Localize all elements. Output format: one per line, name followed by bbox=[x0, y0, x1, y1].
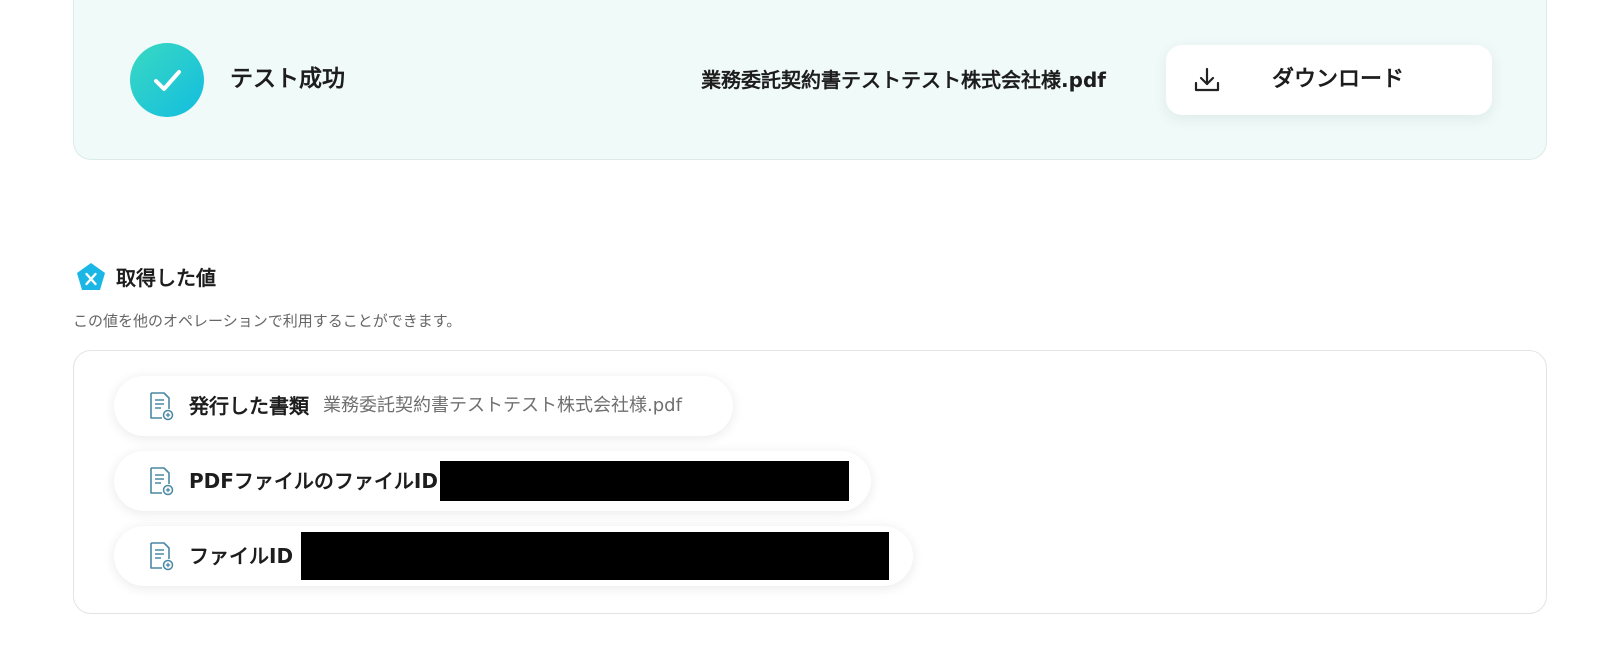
value-chip-issued-document[interactable]: 発行した書類 業務委託契約書テストテスト株式会社様.pdf bbox=[114, 376, 733, 436]
section-title: 取得した値 bbox=[116, 266, 216, 290]
variable-x-icon bbox=[77, 263, 105, 290]
check-circle-icon bbox=[130, 43, 204, 117]
value-chip-file-id[interactable]: ファイルID bbox=[114, 526, 913, 586]
document-icon bbox=[150, 542, 174, 571]
redacted-value bbox=[301, 532, 890, 580]
value-chip-pdf-file-id[interactable]: PDFファイルのファイルID bbox=[114, 451, 871, 511]
download-button-label: ダウンロード bbox=[1272, 67, 1405, 92]
value-label: ファイルID bbox=[189, 544, 294, 568]
page: テスト成功 業務委託契約書テストテスト株式会社様.pdf ダウンロード 取得した… bbox=[0, 0, 1600, 655]
value-text: 業務委託契約書テストテスト株式会社様.pdf bbox=[323, 395, 682, 416]
download-button[interactable]: ダウンロード bbox=[1166, 45, 1492, 115]
document-icon bbox=[150, 392, 174, 421]
values-panel: 発行した書類 業務委託契約書テストテスト株式会社様.pdf PDFファイルのファ… bbox=[73, 350, 1547, 614]
redacted-value bbox=[439, 461, 849, 501]
test-status-label: テスト成功 bbox=[230, 66, 345, 92]
value-label: 発行した書類 bbox=[189, 394, 309, 418]
section-description: この値を他のオペレーションで利用することができます。 bbox=[73, 312, 462, 330]
document-icon bbox=[150, 467, 174, 496]
download-icon bbox=[1194, 67, 1220, 92]
result-file-name: 業務委託契約書テストテスト株式会社様.pdf bbox=[701, 68, 1106, 92]
test-result-panel: テスト成功 業務委託契約書テストテスト株式会社様.pdf ダウンロード bbox=[73, 0, 1547, 160]
value-label: PDFファイルのファイルID bbox=[189, 469, 438, 493]
